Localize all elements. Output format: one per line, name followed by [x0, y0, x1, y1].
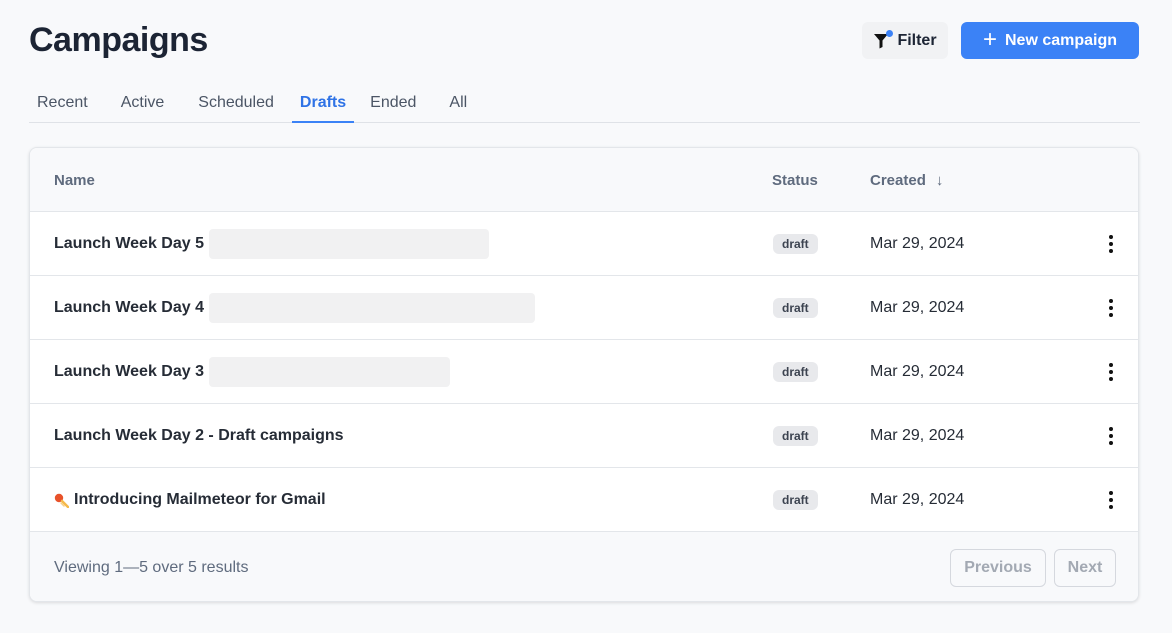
campaign-name: Launch Week Day 5 — [54, 212, 489, 276]
previous-page-button[interactable]: Previous — [950, 549, 1046, 587]
status-cell: draft — [773, 468, 818, 532]
table-row[interactable]: Launch Week Day 3 draft Mar 29, 2024 — [30, 340, 1138, 404]
row-menu-button[interactable] — [1102, 212, 1120, 276]
table-footer: Viewing 1—5 over 5 results Previous Next — [30, 532, 1138, 601]
campaign-name: Introducing Mailmeteor for Gmail — [54, 468, 326, 532]
table-header: Name Status Created ↓ — [30, 148, 1138, 212]
more-vertical-icon — [1109, 299, 1113, 317]
status-cell: draft — [773, 212, 818, 276]
tab-all[interactable]: All — [441, 84, 475, 122]
filter-icon — [873, 29, 894, 50]
table-row[interactable]: Launch Week Day 4 draft Mar 29, 2024 — [30, 276, 1138, 340]
campaign-name: Launch Week Day 2 - Draft campaigns — [54, 404, 344, 468]
arrow-down-icon: ↓ — [935, 171, 944, 189]
more-vertical-icon — [1109, 235, 1113, 253]
row-menu-button[interactable] — [1102, 468, 1120, 532]
status-badge: draft — [773, 298, 818, 318]
campaigns-table: Name Status Created ↓ Launch Week Day 5 … — [29, 147, 1139, 602]
status-badge: draft — [773, 234, 818, 254]
meteor-icon — [54, 493, 70, 508]
column-header-name[interactable]: Name — [54, 148, 95, 212]
campaign-name: Launch Week Day 4 — [54, 276, 535, 340]
page-title: Campaigns — [29, 21, 208, 59]
next-page-button[interactable]: Next — [1054, 549, 1116, 587]
campaign-name-text: Launch Week Day 4 — [54, 299, 204, 316]
column-header-created[interactable]: Created ↓ — [870, 148, 943, 212]
row-menu-button[interactable] — [1102, 340, 1120, 404]
table-row[interactable]: Launch Week Day 2 - Draft campaigns draf… — [30, 404, 1138, 468]
created-date: Mar 29, 2024 — [870, 235, 965, 252]
plus-icon: + — [982, 25, 997, 53]
redacted-placeholder — [208, 229, 489, 259]
campaign-name-text: Launch Week Day 3 — [54, 363, 204, 380]
campaign-name-text: Launch Week Day 5 — [54, 235, 204, 252]
created-date: Mar 29, 2024 — [870, 427, 965, 444]
status-cell: draft — [773, 404, 818, 468]
filter-button[interactable]: Filter — [862, 22, 948, 59]
tab-active[interactable]: Active — [113, 84, 173, 122]
redacted-placeholder — [208, 293, 535, 323]
campaign-name: Launch Week Day 3 — [54, 340, 450, 404]
filter-label: Filter — [897, 31, 937, 49]
status-badge: draft — [773, 490, 818, 510]
status-cell: draft — [773, 340, 818, 404]
redacted-placeholder — [208, 357, 450, 387]
table-row[interactable]: Launch Week Day 5 draft Mar 29, 2024 — [30, 212, 1138, 276]
row-menu-button[interactable] — [1102, 276, 1120, 340]
tab-ended[interactable]: Ended — [362, 84, 424, 122]
more-vertical-icon — [1109, 491, 1113, 509]
table-row[interactable]: Introducing Mailmeteor for Gmail draft M… — [30, 468, 1138, 532]
campaign-name-text: Launch Week Day 2 - Draft campaigns — [54, 427, 344, 444]
column-header-created-label: Created — [870, 171, 926, 189]
new-campaign-label: New campaign — [1004, 31, 1118, 49]
created-date: Mar 29, 2024 — [870, 299, 965, 316]
created-date: Mar 29, 2024 — [870, 363, 965, 380]
created-date: Mar 29, 2024 — [870, 491, 965, 508]
tab-drafts[interactable]: Drafts — [291, 84, 355, 123]
status-badge: draft — [773, 426, 818, 446]
tab-recent[interactable]: Recent — [29, 84, 96, 122]
new-campaign-button[interactable]: + New campaign — [961, 22, 1139, 59]
status-cell: draft — [773, 276, 818, 340]
tab-scheduled[interactable]: Scheduled — [190, 84, 282, 122]
campaign-name-text: Introducing Mailmeteor for Gmail — [74, 491, 326, 508]
results-summary: Viewing 1—5 over 5 results — [54, 558, 249, 576]
more-vertical-icon — [1109, 427, 1113, 445]
filter-active-indicator — [886, 29, 894, 37]
column-header-status[interactable]: Status — [772, 148, 818, 212]
more-vertical-icon — [1109, 363, 1113, 381]
status-badge: draft — [773, 362, 818, 382]
row-menu-button[interactable] — [1102, 404, 1120, 468]
campaign-tabs: Recent Active Scheduled Drafts Ended All — [29, 84, 1140, 123]
